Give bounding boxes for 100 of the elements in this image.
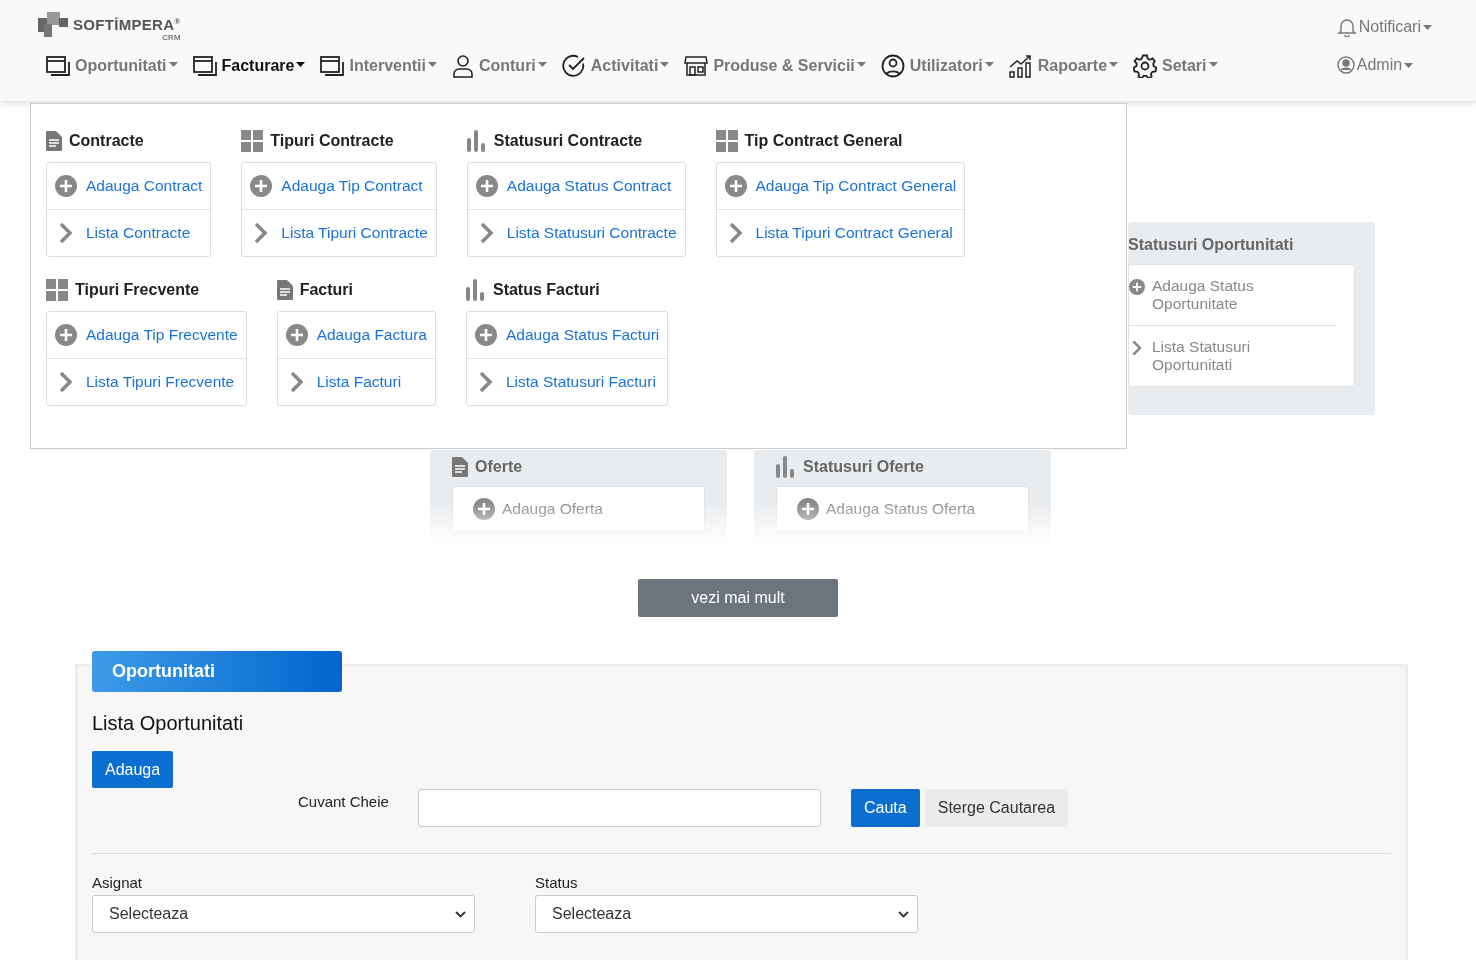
add-link[interactable]: Adauga Tip Frecvente: [47, 312, 246, 358]
list-link[interactable]: Lista Contracte: [47, 209, 211, 256]
caret-icon: [1109, 61, 1119, 67]
search-label: Cuvant Cheie: [298, 793, 390, 810]
plus-circle-icon: [55, 175, 77, 197]
store-icon: [684, 55, 709, 77]
filter-label: Status: [535, 874, 579, 891]
section-tab[interactable]: Oportunitati: [92, 651, 342, 692]
user-menu[interactable]: Admin: [1336, 55, 1432, 75]
filter-select[interactable]: Selecteaza: [535, 895, 918, 933]
add-link[interactable]: Adauga Contract: [47, 163, 211, 209]
chevron-right-icon: [59, 222, 73, 244]
chevron-right-icon: [479, 222, 494, 244]
add-link[interactable]: Adauga Tip Contract General: [716, 163, 965, 209]
caret-icon: [1404, 62, 1414, 68]
plus-circle-icon: [474, 324, 497, 346]
group-title: Tip Contract General: [744, 132, 903, 150]
document-icon: [46, 131, 62, 151]
document-icon: [276, 280, 293, 300]
group-title: Contracte: [69, 132, 144, 150]
user-circle-icon: [880, 54, 905, 78]
chevron-down-icon: [898, 910, 909, 918]
add-link[interactable]: Adauga Factura: [277, 312, 435, 358]
caret-icon: [660, 61, 670, 67]
card-title: Statusuri Oferte: [803, 458, 924, 476]
search-button[interactable]: Cauta: [851, 789, 920, 827]
caret-icon: [1423, 24, 1432, 30]
check-circle-icon: [561, 54, 586, 78]
nav-menu-item[interactable]: Facturare: [192, 52, 306, 80]
grid-icon: [241, 130, 264, 152]
add-link[interactable]: Adauga Status Oportunitate: [1129, 265, 1337, 325]
caret-icon: [168, 61, 178, 67]
plus-circle-icon: [473, 498, 495, 520]
add-link[interactable]: Adauga Status Facturi: [466, 312, 668, 358]
plus-circle-icon: [285, 324, 308, 346]
settings-icon: [1133, 54, 1158, 78]
nav-menu-item[interactable]: Rapoarte: [1008, 52, 1119, 80]
user-circle-icon: [1336, 56, 1355, 74]
nav-menu-item[interactable]: Produse & Servicii: [684, 52, 866, 80]
add-link[interactable]: Adauga Status Contract: [467, 163, 685, 209]
keyword-input[interactable]: [418, 789, 821, 827]
caret-icon: [1208, 61, 1218, 67]
window-icon: [46, 55, 70, 77]
nav-menu-item[interactable]: Conturi: [451, 52, 547, 80]
add-link[interactable]: Adauga Oferta: [453, 487, 704, 531]
filter-select[interactable]: Selecteaza: [92, 895, 475, 933]
chevron-right-icon: [728, 222, 743, 244]
list-link[interactable]: Lista Statusuri Contracte: [467, 209, 685, 256]
nav-menu-item[interactable]: Setari: [1133, 52, 1218, 80]
plus-circle-icon: [797, 498, 819, 520]
caret-icon: [537, 61, 547, 67]
list-link[interactable]: Lista Tipuri Frecvente: [47, 358, 246, 405]
nav-menu-item[interactable]: Interventii: [320, 52, 437, 80]
caret-icon: [296, 61, 306, 67]
caret-icon: [856, 61, 866, 67]
group-title: Status Facturi: [492, 281, 600, 299]
nav-menu-item[interactable]: Utilizatori: [880, 52, 994, 80]
group-title: Tipuri Frecvente: [75, 281, 200, 299]
plus-circle-icon: [250, 175, 273, 197]
bar-chart-icon: [776, 456, 796, 478]
grid-icon: [715, 130, 738, 152]
window-icon: [192, 55, 217, 77]
bar-chart-icon: [466, 130, 487, 152]
grid-icon: [46, 279, 68, 301]
logo-subtitle: CRM: [162, 33, 181, 42]
filter-label: Asignat: [92, 874, 144, 891]
list-link[interactable]: Lista Facturi: [277, 358, 435, 405]
clear-search-button[interactable]: Sterge Cautarea: [924, 789, 1069, 827]
window-icon: [320, 55, 345, 77]
plus-circle-icon: [475, 175, 498, 197]
caret-icon: [984, 61, 994, 67]
user-icon: [451, 54, 474, 78]
notifications-menu[interactable]: Notificari: [1336, 17, 1432, 37]
plus-circle-icon: [724, 175, 747, 197]
card-title: Statusuri Oportunitati: [1128, 236, 1294, 254]
more-button[interactable]: vezi mai mult: [638, 579, 838, 617]
group-title: Facturi: [299, 281, 353, 299]
chevron-right-icon: [289, 371, 304, 393]
add-link[interactable]: Adauga Status Oferta: [777, 487, 1028, 531]
logo-icon: [38, 12, 70, 38]
add-button[interactable]: Adauga: [92, 751, 174, 788]
list-link[interactable]: Lista Statusuri Facturi: [466, 358, 668, 405]
caret-icon: [427, 61, 437, 67]
list-link[interactable]: Lista Tipuri Contracte: [242, 209, 436, 256]
group-title: Tipuri Contracte: [270, 132, 394, 150]
logo-text: SOFTİMPERA$^{®}$: [73, 15, 181, 33]
bell-icon: [1336, 17, 1357, 37]
chart-icon: [1008, 54, 1033, 78]
plus-circle-icon: [55, 324, 77, 346]
nav-menu-item[interactable]: Oportunitati: [46, 52, 178, 80]
list-link[interactable]: Lista Tipuri Contract General: [716, 209, 965, 256]
chevron-down-icon: [455, 910, 466, 918]
document-icon: [452, 457, 468, 477]
card-title: Oferte: [475, 458, 523, 476]
section-title: Lista Oportunitati: [92, 712, 245, 735]
list-link[interactable]: Lista Statusuri Oportunitati: [1129, 325, 1337, 386]
add-link[interactable]: Adauga Tip Contract: [242, 163, 436, 209]
chevron-right-icon: [59, 371, 73, 393]
group-title: Statusuri Contracte: [493, 132, 643, 150]
nav-menu-item[interactable]: Activitati: [561, 52, 670, 80]
